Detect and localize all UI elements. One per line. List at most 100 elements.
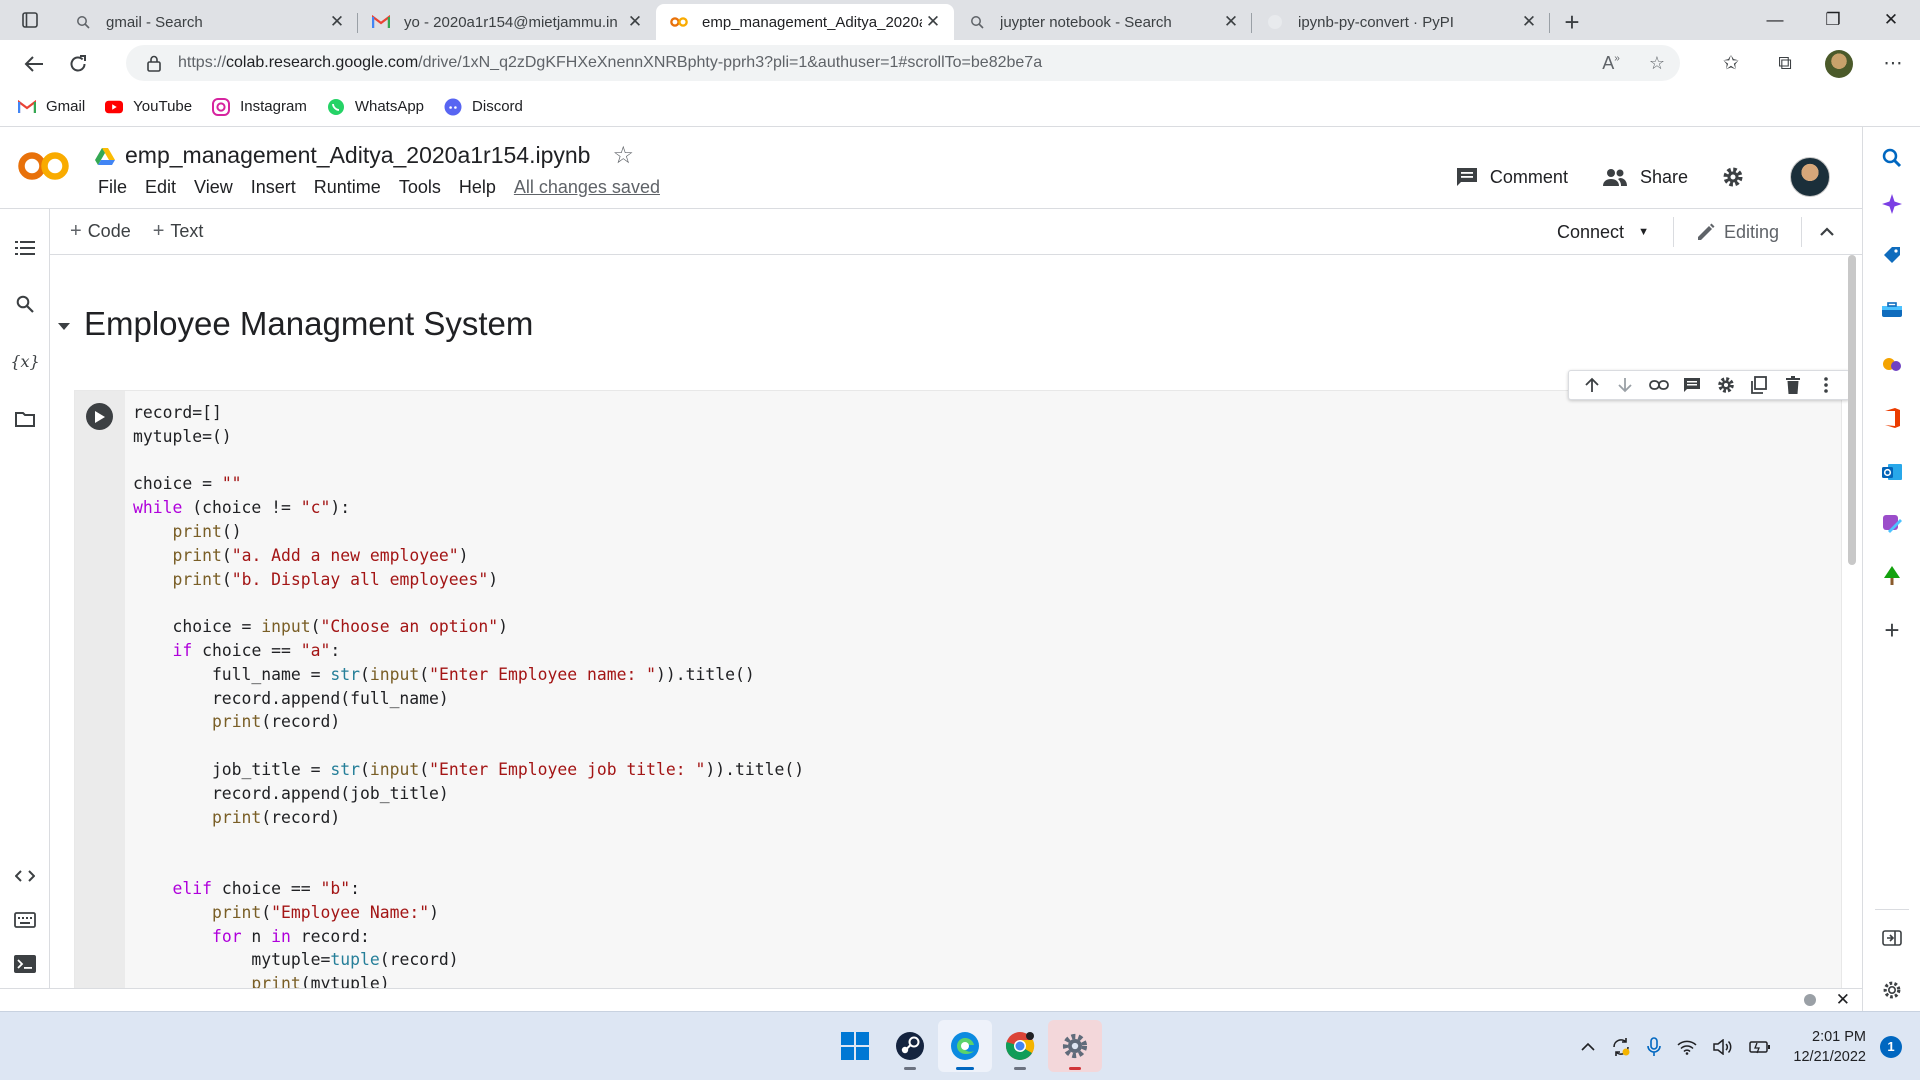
notebook-title[interactable]: emp_management_Aditya_2020a1r154.ipynb: [125, 142, 590, 169]
tab-close-button[interactable]: ✕: [624, 11, 646, 33]
outlook-icon[interactable]: [1881, 461, 1903, 483]
games-icon[interactable]: [1881, 353, 1903, 375]
search-icon[interactable]: [1881, 147, 1903, 169]
taskbar-apps: [828, 1020, 1103, 1072]
browser-tab[interactable]: ipynb-py-convert · PyPI ✕: [1252, 4, 1550, 40]
share-button[interactable]: Share: [1602, 167, 1688, 188]
profile-button[interactable]: [1812, 40, 1866, 87]
browser-tab[interactable]: juypter notebook - Search ✕: [954, 4, 1252, 40]
browser-tab[interactable]: gmail - Search ✕: [60, 4, 358, 40]
minimize-button[interactable]: —: [1746, 0, 1804, 40]
tab-actions-button[interactable]: [0, 0, 60, 40]
browser-tab[interactable]: yo - 2020a1r154@mietjammu.in ✕: [358, 4, 656, 40]
volume-icon[interactable]: [1713, 1038, 1733, 1055]
bookmark-youtube[interactable]: YouTube: [105, 98, 192, 116]
gear-icon[interactable]: [1709, 376, 1743, 394]
delete-icon[interactable]: [1776, 376, 1810, 394]
folder-icon[interactable]: [13, 407, 37, 431]
read-aloud-icon[interactable]: A»: [1588, 53, 1634, 74]
close-window-button[interactable]: ✕: [1862, 0, 1920, 40]
battery-icon[interactable]: [1749, 1040, 1771, 1054]
shopping-tag-icon[interactable]: [1881, 244, 1903, 266]
mirror-cell-icon[interactable]: [1743, 376, 1777, 394]
table-of-contents-icon[interactable]: [13, 236, 37, 260]
move-cell-up-icon[interactable]: [1575, 377, 1609, 393]
command-palette-icon[interactable]: [13, 908, 37, 932]
edge-icon[interactable]: [938, 1020, 992, 1072]
add-sidebar-app-icon[interactable]: +: [1881, 615, 1903, 645]
windows-start-icon[interactable]: [828, 1020, 882, 1072]
bookmark-instagram[interactable]: Instagram: [212, 97, 307, 116]
back-button[interactable]: [12, 44, 56, 84]
tab-close-button[interactable]: ✕: [326, 11, 348, 33]
add-text-cell-button[interactable]: + Text: [153, 220, 204, 243]
designer-icon[interactable]: [1881, 513, 1903, 535]
add-favorite-icon[interactable]: ☆: [1634, 53, 1680, 74]
comment-icon[interactable]: [1676, 377, 1710, 393]
code-token: (record): [261, 712, 341, 732]
star-icon[interactable]: ☆: [612, 141, 634, 170]
chevron-down-icon[interactable]: ▼: [1638, 226, 1649, 238]
editing-mode-button[interactable]: Editing: [1674, 217, 1802, 247]
move-cell-down-icon[interactable]: [1609, 377, 1643, 393]
connect-button[interactable]: Connect ▼: [1557, 217, 1674, 247]
settings-button[interactable]: [1722, 166, 1756, 188]
colab-logo[interactable]: [18, 151, 70, 181]
comment-button[interactable]: Comment: [1456, 167, 1568, 188]
copilot-sparkle-icon[interactable]: [1881, 193, 1903, 215]
add-code-cell-button[interactable]: + Code: [70, 220, 131, 243]
wifi-icon[interactable]: [1677, 1039, 1697, 1055]
variables-icon[interactable]: {x}: [10, 349, 39, 373]
menu-view[interactable]: View: [185, 177, 242, 198]
close-status-icon[interactable]: ✕: [1836, 990, 1850, 1010]
more-options-icon[interactable]: [1810, 377, 1844, 393]
tab-close-button[interactable]: ✕: [922, 11, 944, 33]
reload-button[interactable]: [56, 44, 100, 84]
clock[interactable]: 2:01 PM 12/21/2022: [1793, 1027, 1866, 1067]
address-bar[interactable]: https://colab.research.google.com/drive/…: [126, 45, 1680, 81]
tools-briefcase-icon[interactable]: [1881, 299, 1903, 321]
run-cell-button[interactable]: [86, 403, 113, 430]
settings-icon[interactable]: [1048, 1020, 1102, 1072]
collapse-header-button[interactable]: [1802, 227, 1852, 237]
menu-edit[interactable]: Edit: [136, 177, 185, 198]
menu-tools[interactable]: Tools: [390, 177, 450, 198]
new-tab-button[interactable]: +: [1550, 4, 1594, 40]
bookmark-discord[interactable]: Discord: [444, 98, 523, 116]
chevron-up-icon[interactable]: [1581, 1042, 1595, 1051]
notification-badge[interactable]: 1: [1880, 1035, 1902, 1058]
browser-tab-active[interactable]: emp_management_Aditya_2020a ✕: [656, 4, 954, 40]
collapse-section-icon[interactable]: [58, 322, 70, 330]
menu-runtime[interactable]: Runtime: [305, 177, 390, 198]
menu-help[interactable]: Help: [450, 177, 505, 198]
chrome-icon[interactable]: [993, 1020, 1047, 1072]
sync-icon[interactable]: [1611, 1037, 1631, 1057]
more-menu-icon[interactable]: ⋯: [1866, 40, 1920, 87]
collections-icon[interactable]: ⧉: [1758, 40, 1812, 87]
colab-header: emp_management_Aditya_2020a1r154.ipynb ☆…: [0, 127, 1862, 209]
link-icon[interactable]: [1642, 380, 1676, 390]
bookmark-gmail[interactable]: Gmail: [18, 98, 85, 116]
hide-sidebar-icon[interactable]: [1881, 927, 1903, 949]
menu-insert[interactable]: Insert: [242, 177, 305, 198]
favorites-icon[interactable]: ✩: [1704, 40, 1758, 87]
bookmark-whatsapp[interactable]: WhatsApp: [327, 98, 424, 116]
save-status-link[interactable]: All changes saved: [505, 177, 660, 198]
code-editor[interactable]: record=[] mytuple=() choice = "" while (ch…: [133, 401, 804, 996]
account-avatar[interactable]: [1790, 157, 1830, 197]
office-icon[interactable]: [1881, 407, 1903, 429]
tab-close-button[interactable]: ✕: [1220, 11, 1242, 33]
code-cell[interactable]: record=[] mytuple=() choice = "" while (ch…: [74, 390, 1842, 1011]
notebook-scrollbar[interactable]: [1848, 255, 1856, 565]
google-drive-icon[interactable]: [95, 147, 115, 165]
search-icon[interactable]: [13, 292, 37, 316]
tree-icon[interactable]: [1881, 565, 1903, 587]
code-snippets-icon[interactable]: [13, 864, 37, 888]
microphone-icon[interactable]: [1647, 1036, 1662, 1057]
menu-file[interactable]: File: [89, 177, 136, 198]
tab-close-button[interactable]: ✕: [1518, 11, 1540, 33]
sidebar-settings-icon[interactable]: [1881, 979, 1903, 1001]
restore-button[interactable]: ❐: [1804, 0, 1862, 40]
terminal-icon[interactable]: [13, 952, 37, 976]
steam-icon[interactable]: [883, 1020, 937, 1072]
